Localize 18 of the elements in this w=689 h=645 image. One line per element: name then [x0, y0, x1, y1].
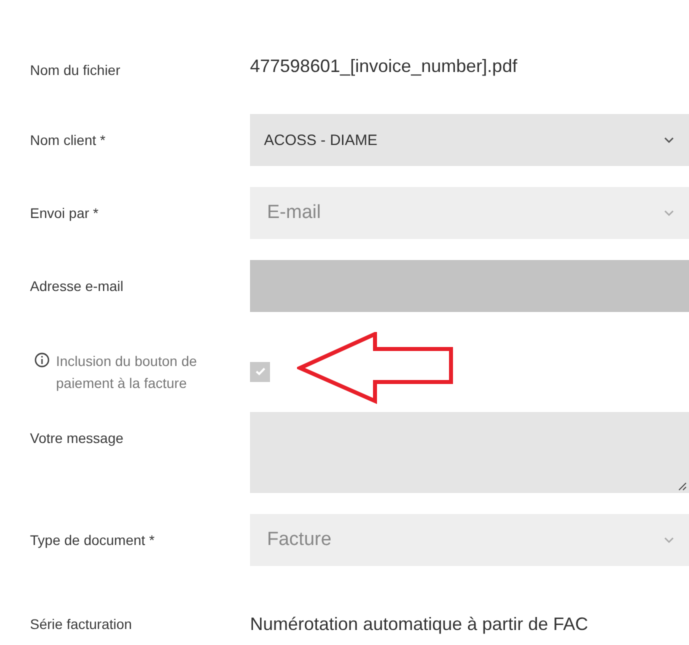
chevron-down-icon — [663, 136, 675, 144]
field-label: Nom du fichier — [30, 62, 122, 78]
field-label: Envoi par * — [30, 205, 100, 221]
chevron-down-icon — [663, 536, 675, 544]
field-label: Nom client * — [30, 132, 106, 148]
field-label: Votre message — [30, 430, 124, 446]
field-label: Inclusion du bouton de paiement à la facture — [56, 352, 198, 393]
field-label: Adresse e-mail — [30, 278, 124, 294]
message-field[interactable] — [250, 412, 689, 493]
field-label: Type de document * — [30, 532, 156, 548]
info-icon — [34, 352, 50, 368]
field-label: Série facturation — [30, 616, 133, 632]
field-value: 477598601_[invoice_number].pdf — [250, 56, 518, 77]
select-field[interactable]: ACOSS - DIAME — [250, 114, 689, 166]
resize-grip-icon — [677, 481, 687, 491]
chevron-down-icon — [663, 209, 675, 217]
checkmark-icon — [254, 367, 266, 376]
field-value: Numérotation automatique à partir de FAC — [250, 614, 590, 634]
